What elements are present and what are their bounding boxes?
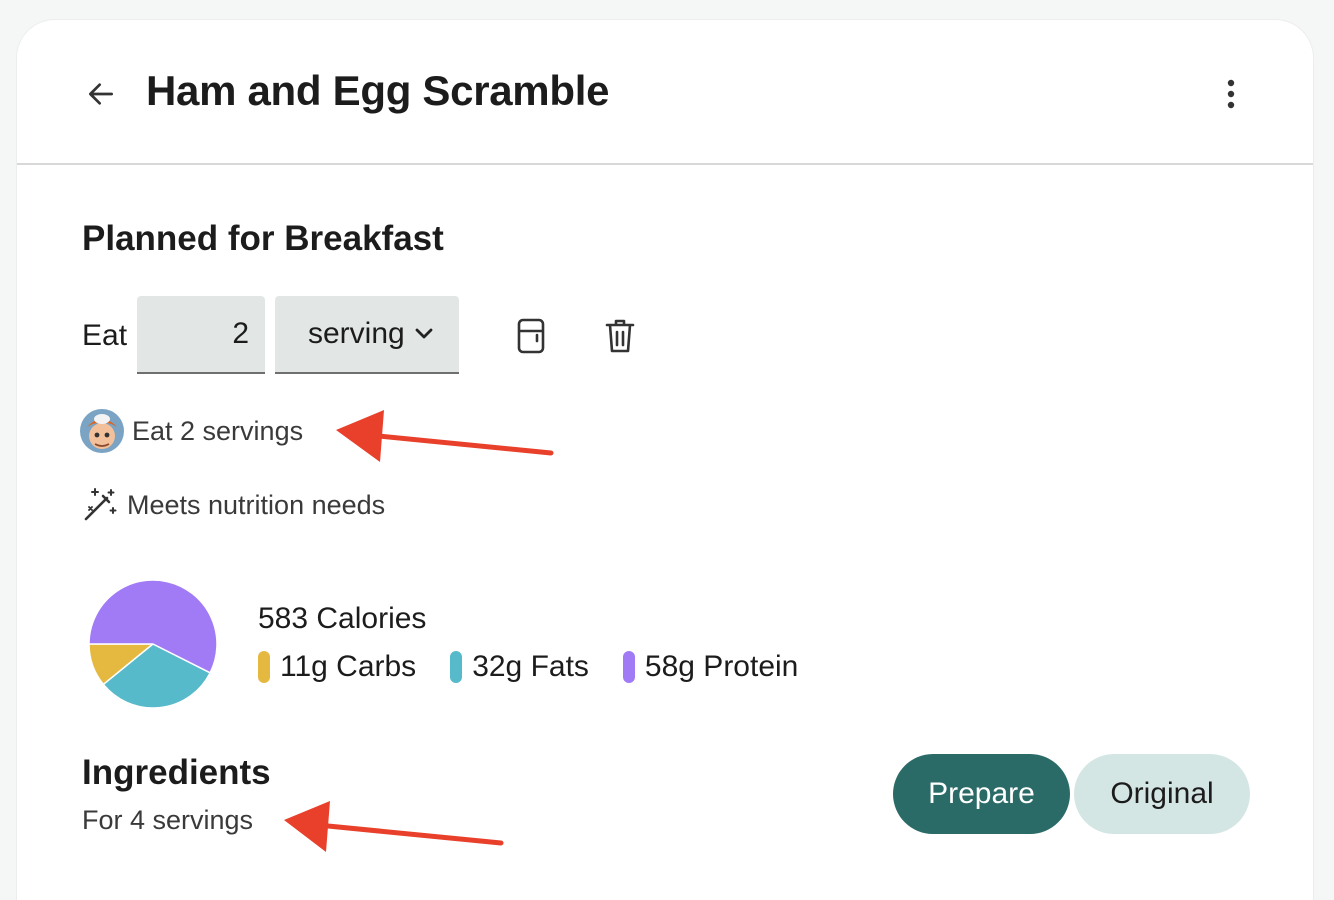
- macro-legend: 11g Carbs 32g Fats 58g Protein: [258, 650, 798, 684]
- more-vert-icon: [1227, 79, 1235, 109]
- chevron-down-icon: [415, 328, 433, 339]
- protein-swatch: [622, 651, 635, 683]
- magic-wand-icon: [84, 488, 117, 521]
- back-button[interactable]: [79, 72, 123, 116]
- more-options-button[interactable]: [1209, 72, 1253, 116]
- nutrition-note: Meets nutrition needs: [81, 486, 385, 524]
- fats-label: 32g Fats: [472, 650, 589, 683]
- user-note: Eat 2 servings: [80, 409, 303, 453]
- carbs-swatch: [258, 651, 270, 683]
- ingredients-servings: For 4 servings: [82, 805, 254, 835]
- macro-pie-chart: [88, 579, 218, 709]
- header: Ham and Egg Scramble: [17, 20, 1313, 165]
- planned-meal-title: Planned for Breakfast: [82, 219, 444, 258]
- quantity-value: 2: [232, 317, 249, 350]
- calories-total: 583 Calories: [258, 602, 427, 635]
- protein-label: 58g Protein: [644, 650, 799, 683]
- quantity-input[interactable]: 2: [137, 296, 265, 374]
- macro-protein: 58g Protein: [622, 650, 799, 684]
- carbs-label: 11g Carbs: [280, 650, 417, 683]
- nutrition-note-text: Meets nutrition needs: [127, 489, 386, 520]
- eat-label: Eat: [82, 319, 128, 352]
- user-note-text: Eat 2 servings: [132, 415, 304, 446]
- fridge-icon: [517, 318, 545, 354]
- recipe-card: Ham and Egg Scramble Planned for Breakfa…: [17, 20, 1313, 900]
- fridge-button[interactable]: [507, 312, 555, 360]
- prepare-button[interactable]: Prepare: [893, 754, 1070, 834]
- ingredients-mode-toggle: Prepare Original: [893, 754, 1250, 834]
- macro-carbs: 11g Carbs: [258, 650, 416, 684]
- delete-button[interactable]: [596, 312, 644, 360]
- avatar: [80, 409, 124, 453]
- arrow-left-icon: [89, 83, 113, 105]
- macro-fats: 32g Fats: [450, 650, 589, 684]
- page-title: Ham and Egg Scramble: [146, 67, 610, 114]
- unit-value: serving: [308, 317, 405, 350]
- trash-icon: [605, 319, 635, 353]
- ingredients-title: Ingredients: [82, 753, 271, 792]
- fats-swatch: [450, 651, 463, 683]
- unit-select[interactable]: serving: [275, 296, 459, 374]
- original-button[interactable]: Original: [1074, 754, 1250, 834]
